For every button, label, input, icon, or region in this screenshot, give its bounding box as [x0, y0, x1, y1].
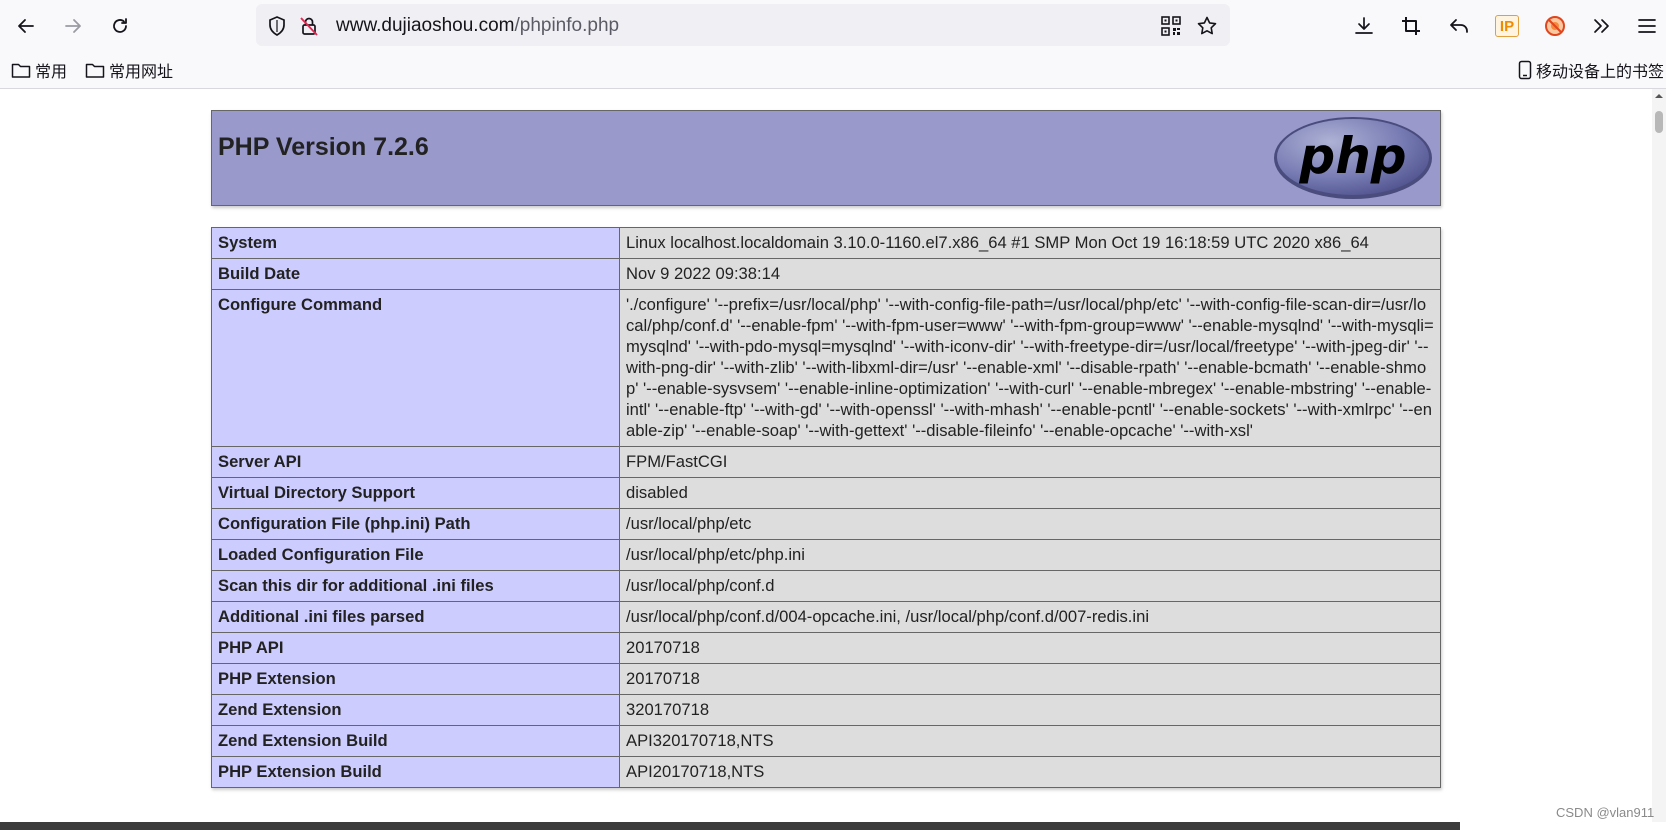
- row-value: /usr/local/php/etc: [619, 508, 1441, 540]
- table-row: Loaded Configuration File/usr/local/php/…: [211, 539, 1441, 571]
- row-value: disabled: [619, 477, 1441, 509]
- screenshot-button[interactable]: [1398, 13, 1424, 39]
- folder-icon: [11, 63, 31, 78]
- page-viewport: PHP Version 7.2.6 php System Linux localh…: [0, 89, 1652, 822]
- scroll-up-arrow-icon[interactable]: [1654, 91, 1664, 101]
- insecure-lock-icon[interactable]: [298, 15, 320, 37]
- row-value: 20170718: [619, 632, 1441, 664]
- undo-button[interactable]: [1446, 13, 1472, 39]
- qr-code-icon[interactable]: [1160, 15, 1182, 37]
- url-host: www.dujiaoshou.com: [336, 15, 515, 36]
- table-row: PHP API 20170718: [211, 632, 1441, 664]
- url-text[interactable]: www.dujiaoshou.com/phpinfo.php: [336, 15, 619, 37]
- menu-button[interactable]: [1634, 13, 1660, 39]
- mobile-bookmarks-folder[interactable]: 移动设备上的书签: [1518, 59, 1664, 81]
- row-value: './configure' '--prefix=/usr/local/php' …: [619, 289, 1441, 447]
- reload-button[interactable]: [104, 10, 136, 42]
- back-button[interactable]: [10, 10, 42, 42]
- row-key: Configuration File (php.ini) Path: [211, 508, 620, 540]
- url-path: /phpinfo.php: [514, 15, 620, 36]
- table-row: PHP Extension Build API20170718,NTS: [211, 756, 1441, 788]
- row-key: Zend Extension Build: [211, 725, 620, 757]
- reload-icon: [113, 18, 127, 33]
- csdn-watermark: CSDN @vlan911: [1556, 805, 1655, 820]
- bookmark-folder-changyong-wangzhi[interactable]: 常用网址: [85, 59, 173, 81]
- php-logo: php: [1274, 117, 1432, 199]
- download-icon: [1355, 17, 1373, 34]
- row-key: Configure Command: [211, 289, 620, 447]
- star-bookmark-icon[interactable]: [1196, 15, 1218, 37]
- ip-extension-button[interactable]: IP: [1494, 13, 1520, 39]
- arrow-left-icon: [18, 19, 34, 33]
- table-row: Additional .ini files parsed/usr/local/p…: [211, 601, 1441, 633]
- arrow-right-icon: [65, 19, 81, 33]
- crop-icon: [1402, 17, 1420, 35]
- table-row: Configuration File (php.ini) Path/usr/lo…: [211, 508, 1441, 540]
- table-row: Zend Extension Build API320170718,NTS: [211, 725, 1441, 757]
- php-header: PHP Version 7.2.6 php: [211, 110, 1441, 206]
- bookmark-folder-changyong[interactable]: 常用: [11, 59, 67, 81]
- bookmark-label: 常用: [35, 64, 68, 81]
- bookmark-label: 常用网址: [109, 64, 174, 81]
- row-value: FPM/FastCGI: [619, 446, 1441, 478]
- undo-icon: [1450, 19, 1468, 33]
- row-value: /usr/local/php/conf.d/004-opcache.ini, /…: [619, 601, 1441, 633]
- row-key: Server API: [211, 446, 620, 478]
- url-bar[interactable]: www.dujiaoshou.com/phpinfo.php: [256, 4, 1230, 46]
- row-key: Virtual Directory Support: [211, 477, 620, 509]
- mobile-bookmarks-label: 移动设备上的书签: [1536, 64, 1665, 81]
- row-value: Nov 9 2022 09:38:14: [619, 258, 1441, 290]
- hamburger-menu-icon: [1638, 19, 1656, 33]
- bottom-overlay-strip: [0, 822, 1460, 830]
- mobile-device-icon: [1518, 60, 1532, 80]
- table-row: Virtual Directory Support disabled: [211, 477, 1441, 509]
- block-icon: [1545, 16, 1565, 36]
- ip-badge-icon: IP: [1495, 15, 1519, 37]
- row-key: PHP Extension: [211, 663, 620, 695]
- downloads-button[interactable]: [1351, 13, 1377, 39]
- row-key: Zend Extension: [211, 694, 620, 726]
- row-key: Build Date: [211, 258, 620, 290]
- page-scrollbar[interactable]: [1652, 89, 1666, 822]
- table-row: Build Date Nov 9 2022 09:38:14: [211, 258, 1441, 290]
- ip-badge-text: IP: [1499, 17, 1515, 35]
- table-row: Server API FPM/FastCGI: [211, 446, 1441, 478]
- row-value: /usr/local/php/etc/php.ini: [619, 539, 1441, 571]
- row-key: PHP API: [211, 632, 620, 664]
- table-row: Zend Extension 320170718: [211, 694, 1441, 726]
- row-key: Loaded Configuration File: [211, 539, 620, 571]
- more-tools-button[interactable]: [1589, 13, 1615, 39]
- chevrons-right-icon: [1594, 19, 1609, 33]
- row-value: 20170718: [619, 663, 1441, 695]
- bookmarks-toolbar: 常用 常用网址 移动设备上的书签: [0, 52, 1666, 89]
- row-value: 320170718: [619, 694, 1441, 726]
- forward-button[interactable]: [57, 10, 89, 42]
- row-value: API20170718,NTS: [619, 756, 1441, 788]
- php-info-table: System Linux localhost.localdomain 3.10.0…: [211, 227, 1441, 788]
- folder-icon: [85, 63, 105, 78]
- table-row: Scan this dir for additional .ini files /…: [211, 570, 1441, 602]
- shield-icon[interactable]: [266, 15, 288, 37]
- row-key: PHP Extension Build: [211, 756, 620, 788]
- table-row: System Linux localhost.localdomain 3.10.0…: [211, 227, 1441, 259]
- php-logo-text: php: [1298, 127, 1406, 185]
- table-row: Configure Command './configure' '--prefix…: [211, 289, 1441, 447]
- row-value: API320170718,NTS: [619, 725, 1441, 757]
- row-value: Linux localhost.localdomain 3.10.0-1160.…: [619, 227, 1441, 259]
- scrollbar-thumb[interactable]: [1655, 111, 1663, 133]
- browser-toolbar: www.dujiaoshou.com/phpinfo.php IP: [0, 0, 1666, 52]
- row-value: /usr/local/php/conf.d: [619, 570, 1441, 602]
- row-key: Scan this dir for additional .ini files: [211, 570, 620, 602]
- blocker-extension-button[interactable]: [1542, 13, 1568, 39]
- row-key: System: [211, 227, 620, 259]
- page-title: PHP Version 7.2.6: [218, 133, 429, 161]
- table-row: PHP Extension 20170718: [211, 663, 1441, 695]
- row-key: Additional .ini files parsed: [211, 601, 620, 633]
